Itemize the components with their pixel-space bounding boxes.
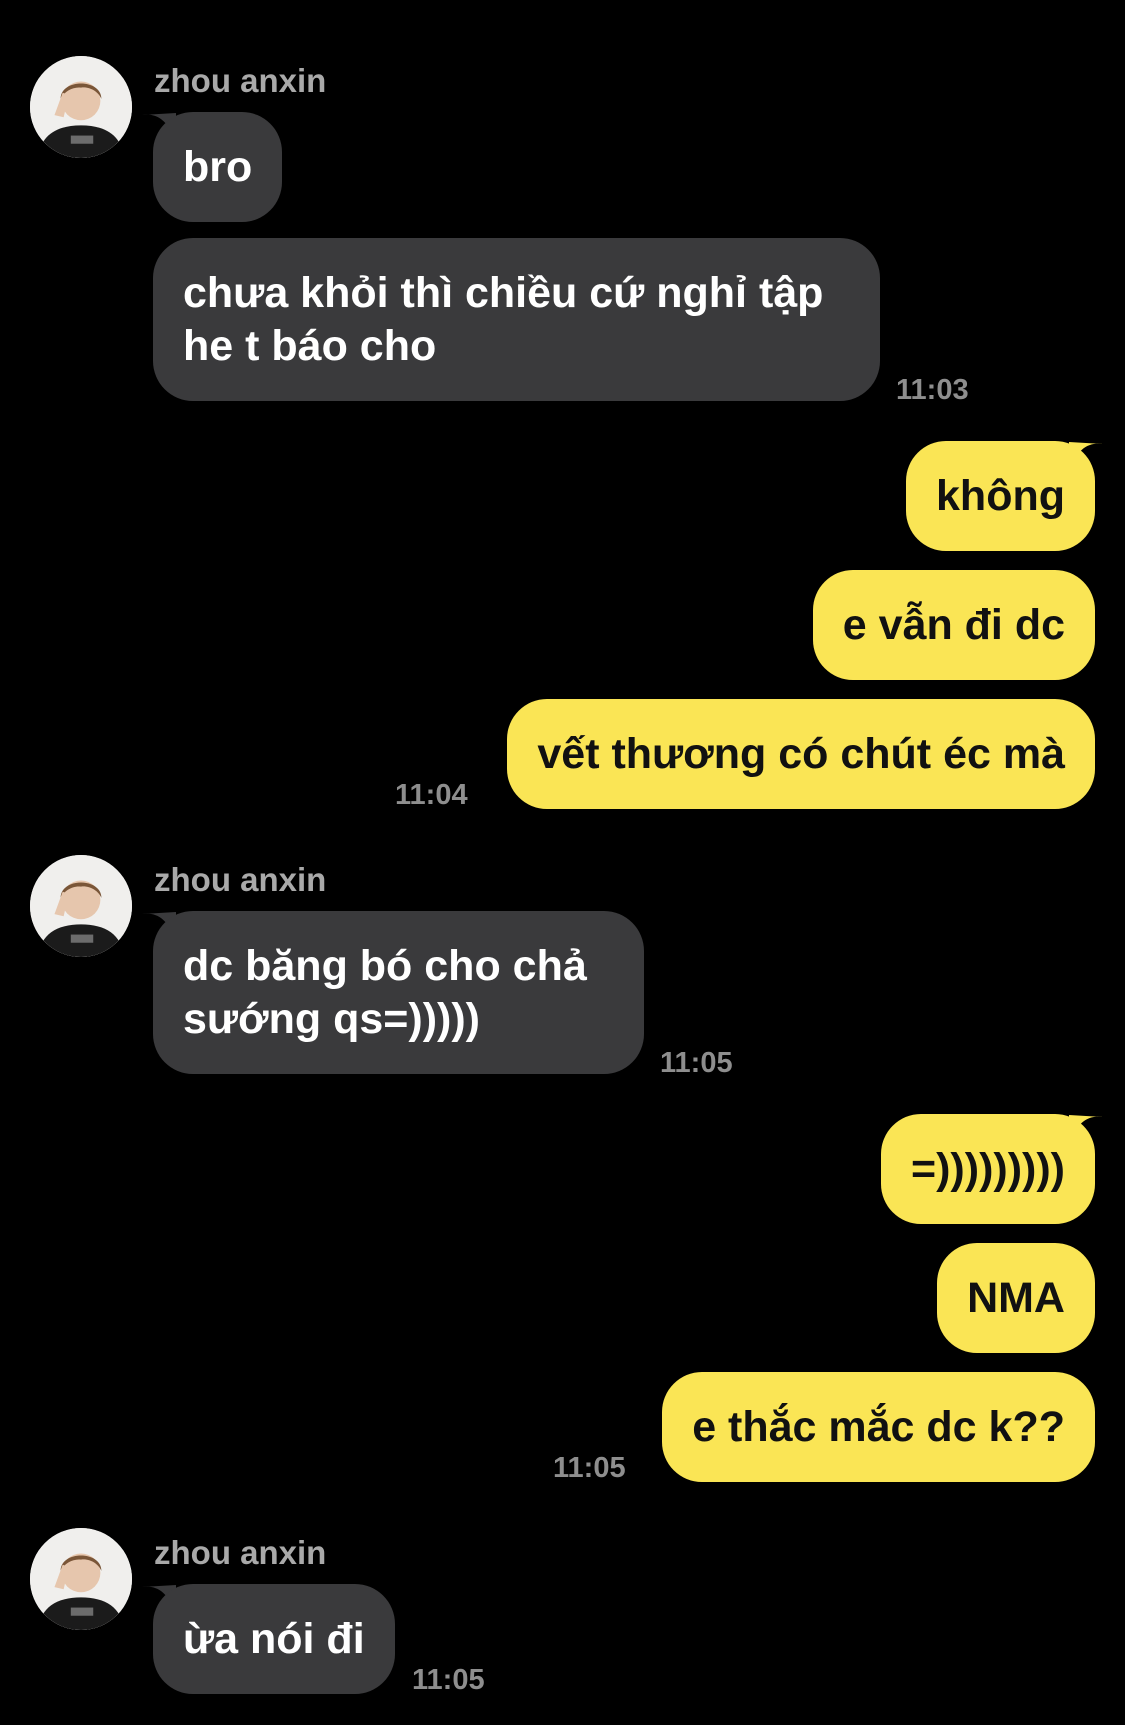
- message-text: bro: [183, 142, 253, 191]
- message-timestamp: 11:05: [553, 1452, 626, 1484]
- message-text: không: [936, 471, 1065, 520]
- profile-photo-icon: [30, 56, 132, 158]
- message-bubble[interactable]: NMA: [937, 1243, 1095, 1353]
- message-bubble[interactable]: e thắc mắc dc k??: [662, 1372, 1095, 1482]
- profile-photo-icon: [30, 855, 132, 957]
- sender-name: zhou anxin: [154, 62, 327, 99]
- message-timestamp: 11:05: [412, 1664, 485, 1696]
- message-text: ừa nói đi: [183, 1614, 365, 1663]
- message-text: =))))))))): [911, 1144, 1065, 1193]
- sender-name: zhou anxin: [154, 861, 327, 898]
- message-bubble[interactable]: ừa nói đi: [153, 1584, 395, 1694]
- sender-avatar[interactable]: [30, 1528, 132, 1630]
- message-text: dc băng bó cho chả sướng qs=))))): [183, 941, 587, 1043]
- message-timestamp: 11:03: [896, 374, 969, 406]
- message-text: vết thương có chút éc mà: [537, 729, 1065, 778]
- message-bubble[interactable]: dc băng bó cho chả sướng qs=))))): [153, 911, 644, 1074]
- message-text: NMA: [967, 1273, 1065, 1322]
- message-bubble[interactable]: e vẫn đi dc: [812, 570, 1095, 680]
- message-bubble[interactable]: bro: [153, 112, 283, 222]
- message-timestamp: 11:04: [395, 779, 468, 811]
- message-timestamp: 11:05: [660, 1047, 733, 1079]
- sender-name: zhou anxin: [154, 1534, 327, 1571]
- profile-photo-icon: [30, 1528, 132, 1630]
- sender-avatar[interactable]: [30, 56, 132, 158]
- message-text: chưa khỏi thì chiều cứ nghỉ tập he t báo…: [183, 268, 824, 370]
- message-text: e thắc mắc dc k??: [692, 1402, 1065, 1451]
- message-bubble[interactable]: không: [906, 441, 1095, 551]
- message-bubble[interactable]: =))))))))): [881, 1114, 1095, 1224]
- message-text: e vẫn đi dc: [842, 600, 1065, 649]
- message-bubble[interactable]: vết thương có chút éc mà: [507, 699, 1095, 809]
- sender-avatar[interactable]: [30, 855, 132, 957]
- message-bubble[interactable]: chưa khỏi thì chiều cứ nghỉ tập he t báo…: [153, 238, 880, 401]
